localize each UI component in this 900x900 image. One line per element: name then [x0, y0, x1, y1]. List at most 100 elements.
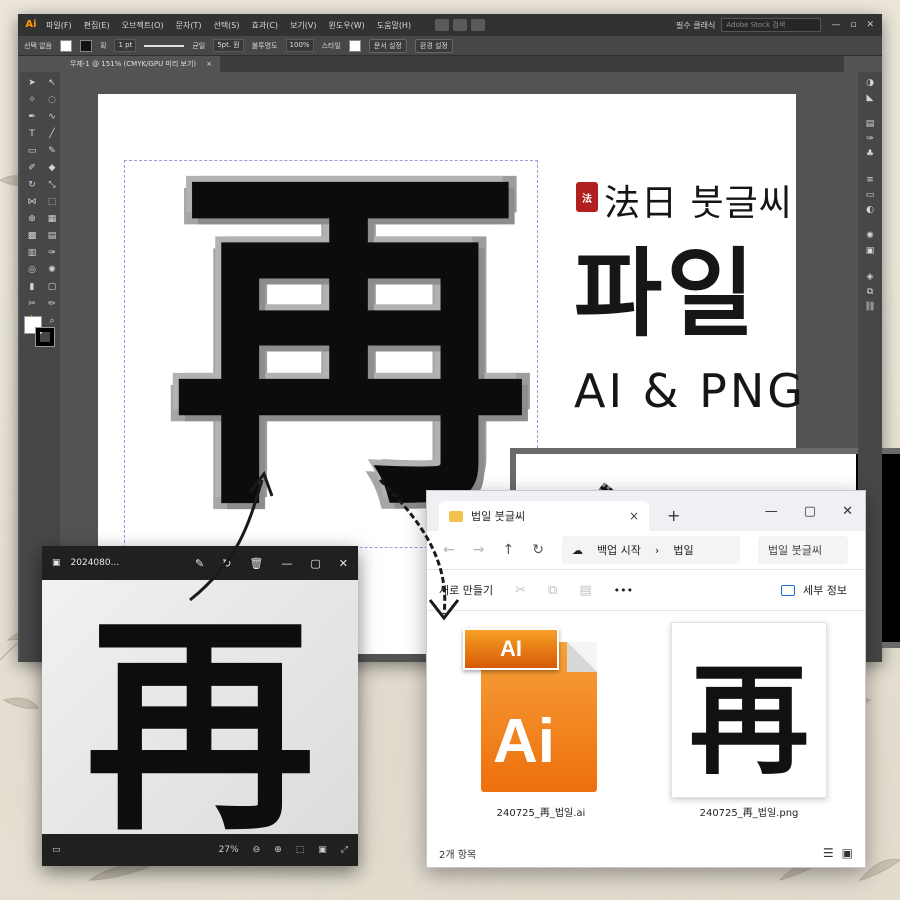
curvature-tool-icon[interactable]: ∿ — [44, 110, 60, 123]
minimize-icon[interactable]: — — [831, 20, 840, 30]
stroke-color-box[interactable] — [35, 327, 55, 347]
new-button[interactable]: 새로 만들기 — [439, 582, 493, 598]
delete-icon[interactable]: 🗑 — [249, 557, 263, 570]
properties-panel-icon[interactable]: ▤ — [866, 119, 875, 129]
free-transform-tool-icon[interactable]: ⬚ — [44, 195, 60, 208]
minimize-icon[interactable]: — — [765, 504, 778, 519]
up-icon[interactable]: ↑ — [502, 542, 514, 558]
new-tab-icon[interactable]: + — [667, 506, 680, 525]
live-paint-tool-icon[interactable]: ▦ — [44, 212, 60, 225]
more-options-icon[interactable]: ••• — [614, 584, 633, 597]
fit-to-window-icon[interactable]: ⬚ — [296, 845, 305, 855]
menu-view[interactable]: 보기(V) — [290, 20, 316, 31]
menu-select[interactable]: 선택(S) — [213, 20, 239, 31]
filmstrip-icon[interactable]: ▭ — [52, 845, 61, 855]
appearance-panel-icon[interactable]: ✺ — [866, 231, 874, 241]
shaper-tool-icon[interactable]: ✐ — [24, 161, 40, 174]
rotate-tool-icon[interactable]: ↻ — [24, 178, 40, 191]
back-icon[interactable]: ← — [443, 542, 455, 558]
column-graph-tool-icon[interactable]: ▮ — [24, 280, 40, 293]
gradient-tool-icon[interactable]: ▥ — [24, 246, 40, 259]
breadcrumb-item-folder[interactable]: 법일 — [673, 542, 693, 558]
color-guide-icon[interactable]: ◣ — [867, 93, 874, 103]
graphic-styles-icon[interactable]: ▣ — [866, 246, 875, 256]
direct-selection-tool-icon[interactable]: ↖ — [44, 76, 60, 89]
rectangle-tool-icon[interactable]: ▭ — [24, 144, 40, 157]
stroke-panel-icon[interactable]: ≡ — [866, 175, 874, 185]
minimize-icon[interactable]: — — [281, 557, 292, 570]
tab-close-icon[interactable]: × — [629, 509, 639, 523]
zoom-tool-icon[interactable]: ⌕ — [44, 314, 60, 327]
stroke-weight-field[interactable]: 1 pt — [114, 39, 137, 52]
width-tool-icon[interactable]: ⋈ — [24, 195, 40, 208]
breadcrumb-item-backup[interactable]: 백업 시작 — [597, 542, 641, 558]
close-icon[interactable]: ✕ — [866, 20, 874, 30]
artboards-panel-icon[interactable]: ⧉ — [867, 287, 873, 297]
paste-icon[interactable]: ▤ — [579, 583, 591, 598]
file-item-png[interactable]: 再 240725_再_법일.png — [659, 622, 839, 819]
opacity-field[interactable]: 100% — [285, 39, 314, 52]
symbol-sprayer-tool-icon[interactable]: ✺ — [44, 263, 60, 276]
shape-builder-tool-icon[interactable]: ⊕ — [24, 212, 40, 225]
stroke-style-dropdown[interactable]: 균일 — [192, 41, 205, 51]
lasso-tool-icon[interactable]: ◌ — [44, 93, 60, 106]
selection-tool-icon[interactable]: ➤ — [24, 76, 40, 89]
forward-icon[interactable]: → — [473, 542, 485, 558]
maximize-icon[interactable]: ▢ — [310, 557, 320, 570]
maximize-icon[interactable]: ▫ — [850, 20, 856, 30]
address-bar[interactable]: ☁ 백업 시작 › 법일 — [561, 536, 740, 564]
maximize-icon[interactable]: ▢ — [804, 504, 816, 519]
cut-icon[interactable]: ✂ — [515, 583, 526, 598]
eraser-tool-icon[interactable]: ◆ — [44, 161, 60, 174]
mesh-tool-icon[interactable]: ▤ — [44, 229, 60, 242]
menu-object[interactable]: 오브젝트(O) — [122, 20, 164, 31]
gradient-panel-icon[interactable]: ▭ — [866, 190, 875, 200]
copy-icon[interactable]: ⧉ — [548, 583, 557, 598]
fill-swatch[interactable] — [60, 39, 72, 52]
fullscreen-icon[interactable]: ⤢ — [341, 845, 348, 855]
menu-window[interactable]: 윈도우(W) — [329, 20, 365, 31]
preferences-button[interactable]: 환경 설정 — [414, 38, 453, 53]
links-panel-icon[interactable]: ⛓ — [864, 302, 875, 312]
close-icon[interactable]: ✕ — [842, 504, 853, 519]
graphic-style-swatch[interactable] — [348, 39, 361, 52]
type-tool-icon[interactable]: T — [24, 127, 40, 140]
large-icons-view-icon[interactable]: ▣ — [842, 846, 853, 860]
calligraphy-artwork[interactable]: 再 — [140, 132, 560, 552]
pen-tool-icon[interactable]: ✒ — [24, 110, 40, 123]
arrange-documents-icon[interactable] — [471, 19, 486, 31]
eyedropper-tool-icon[interactable]: ✑ — [44, 246, 60, 259]
menu-type[interactable]: 문자(T) — [176, 20, 202, 31]
close-icon[interactable]: ✕ — [339, 557, 348, 570]
blend-tool-icon[interactable]: ◎ — [24, 263, 40, 276]
bridge-icon[interactable] — [435, 19, 450, 31]
perspective-grid-tool-icon[interactable]: ▩ — [24, 229, 40, 242]
document-tab[interactable]: 무제-1 @ 151% (CMYK/GPU 미리 보기) × — [62, 56, 221, 72]
workspace-switcher[interactable]: 필수 클래식 — [676, 20, 715, 31]
details-pane-button[interactable]: 세부 정보 — [781, 582, 847, 598]
menu-help[interactable]: 도움말(H) — [377, 20, 411, 31]
stock-search-input[interactable]: Adobe Stock 검색 — [721, 18, 822, 32]
magic-wand-tool-icon[interactable]: ✧ — [24, 93, 40, 106]
layers-panel-icon[interactable]: ◈ — [867, 272, 874, 282]
refresh-icon[interactable]: ↻ — [532, 542, 544, 558]
transparency-panel-icon[interactable]: ◐ — [866, 205, 874, 215]
details-view-icon[interactable]: ☰ — [823, 846, 834, 860]
edit-icon[interactable]: ✎ — [195, 557, 204, 570]
brushes-panel-icon[interactable]: ✑ — [866, 134, 874, 144]
explorer-tab[interactable]: 법일 붓글씨 × — [439, 501, 649, 531]
symbols-panel-icon[interactable]: ♣ — [866, 149, 874, 159]
file-item-ai[interactable]: AI Ai 240725_再_법일.ai — [451, 622, 631, 819]
document-tab-close-icon[interactable]: × — [206, 56, 212, 72]
zoom-in-icon[interactable]: ⊕ — [274, 845, 282, 855]
paintbrush-tool-icon[interactable]: ✎ — [44, 144, 60, 157]
color-panel-icon[interactable]: ◑ — [866, 78, 874, 88]
rotate-icon[interactable]: ↻ — [222, 557, 231, 570]
menu-file[interactable]: 파일(F) — [46, 20, 72, 31]
artboard-tool-icon[interactable]: ▢ — [44, 280, 60, 293]
search-input[interactable]: 법일 붓글씨 — [757, 536, 848, 564]
scale-tool-icon[interactable]: ⤡ — [44, 178, 60, 191]
menu-effect[interactable]: 효과(C) — [252, 20, 279, 31]
menu-edit[interactable]: 편집(E) — [84, 20, 110, 31]
slice-tool-icon[interactable]: ✂ — [24, 297, 40, 310]
